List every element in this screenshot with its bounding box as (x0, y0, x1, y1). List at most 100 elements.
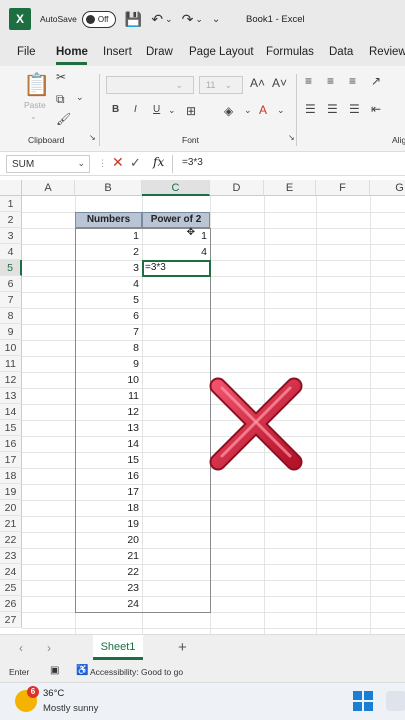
align-middle-icon[interactable]: ≡ (327, 74, 334, 88)
number-cell[interactable]: 23 (75, 580, 142, 596)
worksheet-grid[interactable]: A B C D E F G 1 2 3 4 5 6 7 8 9 10 11 12 13 14 15 16 17 18 19 20 21… (0, 176, 405, 634)
number-cell[interactable]: 20 (75, 532, 142, 548)
row-header-20[interactable]: 20 (0, 500, 22, 516)
column-header-g[interactable]: G (370, 180, 405, 196)
row-header-14[interactable]: 14 (0, 404, 22, 420)
header-cell-numbers[interactable]: Numbers (75, 212, 142, 228)
italic-icon[interactable]: I (134, 104, 137, 115)
row-header-17[interactable]: 17 (0, 452, 22, 468)
row-header-16[interactable]: 16 (0, 436, 22, 452)
column-header-f[interactable]: F (316, 180, 370, 196)
row-header-2[interactable]: 2 (0, 212, 22, 228)
number-cell[interactable]: 3 (75, 260, 142, 276)
row-header-5[interactable]: 5 (0, 260, 22, 276)
redo-dropdown-icon[interactable]: ⌄ (195, 14, 203, 25)
enter-check-icon[interactable]: ✓ (130, 155, 141, 171)
row-header-19[interactable]: 19 (0, 484, 22, 500)
number-cell[interactable]: 12 (75, 404, 142, 420)
orientation-icon[interactable]: ↗ (371, 74, 381, 88)
column-header-c[interactable]: C (142, 180, 210, 196)
align-left-icon[interactable]: ☰ (305, 102, 316, 116)
row-header-10[interactable]: 10 (0, 340, 22, 356)
accessibility-icon[interactable]: ♿ (76, 665, 88, 676)
fill-color-icon[interactable]: ◈ (224, 104, 233, 118)
underline-dropdown-icon[interactable]: ⌄ (168, 105, 176, 116)
number-cell[interactable]: 17 (75, 484, 142, 500)
row-header-25[interactable]: 25 (0, 580, 22, 596)
row-header-13[interactable]: 13 (0, 388, 22, 404)
cancel-icon[interactable]: ✕ (112, 154, 124, 171)
align-right-icon[interactable]: ☰ (349, 102, 360, 116)
row-header-21[interactable]: 21 (0, 516, 22, 532)
clipboard-launcher-icon[interactable]: ↘ (89, 133, 96, 142)
insert-function-icon[interactable]: fx (153, 155, 164, 169)
macro-recording-icon[interactable]: ▣ (50, 665, 59, 676)
number-cell[interactable]: 6 (75, 308, 142, 324)
row-header-18[interactable]: 18 (0, 468, 22, 484)
font-launcher-icon[interactable]: ↘ (288, 133, 295, 142)
prev-sheet-icon[interactable]: ‹ (19, 641, 23, 655)
number-cell[interactable]: 22 (75, 564, 142, 580)
formula-input[interactable]: =3*3 (182, 157, 203, 168)
number-cell[interactable]: 5 (75, 292, 142, 308)
row-header-1[interactable]: 1 (0, 196, 22, 212)
copy-dropdown-icon[interactable]: ⌄ (76, 92, 84, 103)
customize-toolbar-icon[interactable]: ⌄ (212, 14, 220, 25)
tab-formulas[interactable]: Formulas (266, 46, 314, 58)
row-header-27[interactable]: 27 (0, 612, 22, 628)
underline-icon[interactable]: U (153, 104, 160, 115)
bold-icon[interactable]: B (112, 104, 119, 115)
next-sheet-icon[interactable]: › (47, 641, 51, 655)
number-cell[interactable]: 9 (75, 356, 142, 372)
number-cell[interactable]: 18 (75, 500, 142, 516)
font-color-icon[interactable]: A (259, 103, 267, 117)
undo-dropdown-icon[interactable]: ⌄ (165, 14, 173, 25)
paste-dropdown-icon[interactable]: ⌄ (30, 112, 37, 121)
tab-review[interactable]: Review (369, 46, 405, 58)
row-header-22[interactable]: 22 (0, 532, 22, 548)
decrease-indent-icon[interactable]: ⇤ (371, 102, 381, 116)
sheet-tab-sheet1[interactable]: Sheet1 (93, 635, 143, 660)
header-cell-power-of-2[interactable]: Power of 2 (142, 212, 210, 228)
row-header-24[interactable]: 24 (0, 564, 22, 580)
font-color-dropdown-icon[interactable]: ⌄ (277, 105, 285, 116)
number-cell[interactable]: 2 (75, 244, 142, 260)
row-header-7[interactable]: 7 (0, 292, 22, 308)
paste-label[interactable]: Paste (24, 100, 46, 110)
number-cell[interactable]: 11 (75, 388, 142, 404)
paste-icon[interactable]: 📋 (23, 72, 50, 98)
number-cell[interactable]: 15 (75, 452, 142, 468)
number-cell[interactable]: 24 (75, 596, 142, 612)
borders-icon[interactable]: ⊞ (186, 104, 196, 118)
windows-start-icon[interactable] (353, 691, 373, 711)
autosave-toggle[interactable]: Off (81, 10, 116, 28)
more-options-icon[interactable]: ⋮ (98, 158, 107, 169)
format-painter-icon[interactable]: 🖌 (56, 112, 71, 126)
row-header-12[interactable]: 12 (0, 372, 22, 388)
add-sheet-icon[interactable]: + (178, 639, 187, 656)
tab-data[interactable]: Data (329, 46, 353, 58)
save-icon[interactable]: 💾 (125, 11, 142, 28)
increase-font-icon[interactable]: A˄ (250, 76, 265, 90)
column-header-a[interactable]: A (22, 180, 75, 196)
tab-page-layout[interactable]: Page Layout (189, 46, 254, 58)
taskbar-app-icon[interactable] (386, 691, 405, 711)
align-center-icon[interactable]: ☰ (327, 102, 338, 116)
row-header-8[interactable]: 8 (0, 308, 22, 324)
decrease-font-icon[interactable]: A˅ (272, 76, 287, 90)
accessibility-status[interactable]: Accessibility: Good to go (90, 667, 183, 677)
align-top-icon[interactable]: ≡ (305, 74, 312, 88)
select-all-corner[interactable] (0, 180, 22, 196)
weather-condition[interactable]: Mostly sunny (43, 703, 98, 714)
row-header-11[interactable]: 11 (0, 356, 22, 372)
row-header-26[interactable]: 26 (0, 596, 22, 612)
number-cell[interactable]: 4 (75, 276, 142, 292)
column-header-d[interactable]: D (210, 180, 264, 196)
power-cell[interactable]: 4 (142, 244, 210, 260)
cut-icon[interactable]: ✂ (56, 70, 66, 84)
number-cell[interactable]: 19 (75, 516, 142, 532)
number-cell[interactable]: 13 (75, 420, 142, 436)
active-cell-c5[interactable]: =3*3 (142, 260, 211, 277)
font-name-combo[interactable]: ⌄ (106, 76, 194, 94)
tab-draw[interactable]: Draw (146, 46, 173, 58)
